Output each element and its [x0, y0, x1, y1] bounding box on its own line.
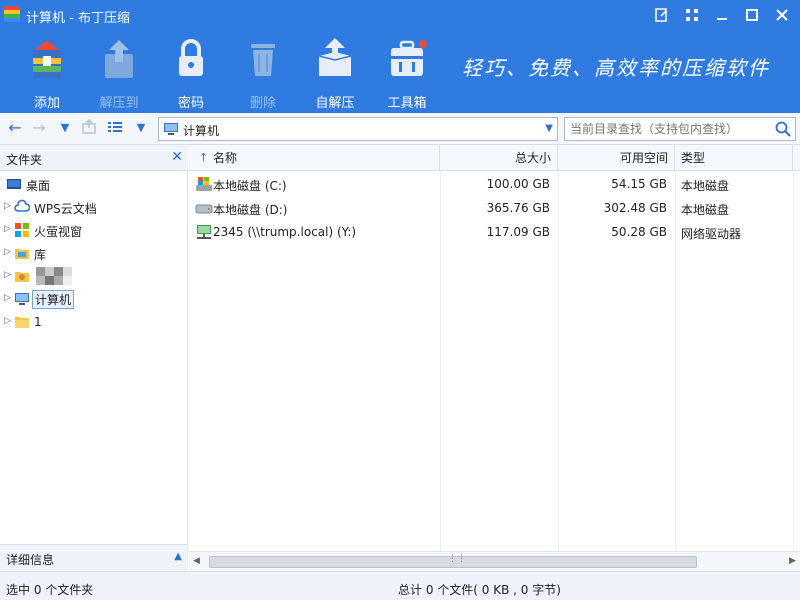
tree-item-firefly[interactable]: ▷ 火萤视窗 — [0, 219, 186, 241]
folder-icon — [15, 317, 29, 328]
close-pane-icon[interactable]: ✕ — [171, 149, 183, 165]
tree-item-desktop[interactable]: 桌面 — [0, 173, 186, 195]
user-folder-icon — [15, 272, 29, 282]
sort-up-icon: ↑ — [199, 151, 209, 164]
desktop-icon — [7, 179, 21, 189]
back-arrow-icon[interactable]: ← — [6, 119, 24, 137]
toolbox-icon — [391, 40, 427, 76]
toolbox-button[interactable]: 工具箱 — [374, 36, 440, 111]
column-name[interactable]: ↑ 名称 — [189, 145, 440, 171]
view-list-icon[interactable] — [106, 119, 124, 137]
main-toolbar: 添加 解压到 密码 删除 自解压 工具箱 — [0, 30, 460, 113]
close-icon[interactable] — [770, 5, 794, 25]
expand-arrow-icon[interactable]: ▷ — [4, 270, 11, 280]
expand-arrow-icon[interactable]: ▷ — [4, 224, 11, 234]
column-total-size[interactable]: 总大小 — [440, 145, 558, 171]
extract-button[interactable]: 解压到 — [86, 36, 152, 111]
lock-icon — [179, 39, 203, 76]
folder-tree-pane: 文件夹 ✕ 桌面 ▷ WPS云文档 ▷ 火萤视窗 ▷ 库 ▷ ▷ 计算机 ▷ 1 — [0, 145, 188, 571]
scroll-left-icon[interactable]: ◀ — [193, 556, 200, 566]
expand-arrow-icon[interactable]: ▷ — [4, 247, 11, 257]
history-dropdown-icon[interactable]: ▼ — [56, 119, 74, 137]
scroll-right-icon[interactable]: ▶ — [789, 556, 796, 566]
password-button[interactable]: 密码 — [158, 36, 224, 111]
search-icon[interactable] — [775, 121, 791, 137]
network-drive-icon — [197, 225, 211, 239]
tree-item-library[interactable]: ▷ 库 — [0, 242, 186, 264]
blurred-username-icon — [36, 267, 72, 285]
folder-pane-header: 文件夹 ✕ — [0, 145, 188, 171]
expand-arrow-icon[interactable]: ▷ — [4, 293, 11, 303]
table-row[interactable]: 2345 (\\trump.local) (Y:) 117.09 GB 50.2… — [189, 221, 800, 245]
windows-logo-icon — [15, 223, 29, 237]
summary-status: 总计 0 个文件( 0 KB , 0 字节) — [398, 583, 561, 597]
delete-button[interactable]: 删除 — [230, 36, 296, 111]
search-box — [564, 117, 796, 141]
cloud-icon — [14, 199, 30, 212]
view-dropdown-icon[interactable]: ▼ — [132, 119, 150, 137]
address-bar[interactable]: 计算机 ▼ — [158, 117, 558, 141]
minimize-icon[interactable] — [710, 5, 734, 25]
computer-icon — [15, 293, 29, 305]
app-logo-icon — [4, 6, 20, 22]
search-input[interactable] — [570, 121, 770, 137]
forward-arrow-icon[interactable]: → — [30, 119, 48, 137]
tree-item-computer[interactable]: ▷ 计算机 — [0, 288, 186, 310]
window-controls — [650, 5, 794, 25]
maximize-icon[interactable] — [740, 5, 764, 25]
expand-arrow-icon[interactable]: ▷ — [4, 316, 11, 326]
self-extract-button[interactable]: 自解压 — [302, 36, 368, 111]
add-button[interactable]: 添加 — [14, 36, 80, 111]
library-folder-icon — [15, 249, 29, 259]
table-row[interactable]: 本地磁盘 (D:) 365.76 GB 302.48 GB 本地磁盘 — [189, 197, 800, 221]
table-row[interactable]: 本地磁盘 (C:) 100.00 GB 54.15 GB 本地磁盘 — [189, 173, 800, 197]
column-type[interactable]: 类型 — [675, 145, 793, 171]
address-row: ← → ▼ ▼ 计算机 ▼ — [0, 113, 800, 145]
archive-add-icon — [33, 40, 61, 78]
grid-icon[interactable] — [680, 5, 704, 25]
status-bar: 选中 0 个文件夹 总计 0 个文件( 0 KB , 0 字节) — [0, 571, 800, 600]
title-bar: 计算机 - 布丁压缩 — [0, 0, 800, 30]
column-free-space[interactable]: 可用空间 — [558, 145, 675, 171]
horizontal-scrollbar[interactable]: ◀ ⋮⋮ ▶ — [189, 551, 800, 571]
details-panel-toggle[interactable]: 详细信息 ▲ — [0, 544, 188, 571]
hard-drive-icon — [195, 204, 213, 214]
grip-icon: ⋮⋮ — [448, 554, 466, 564]
extract-icon — [105, 40, 133, 78]
expand-up-icon[interactable]: ▲ — [174, 551, 182, 562]
slogan: 轻巧、免费、高效率的压缩软件 — [462, 56, 770, 80]
address-dropdown-icon[interactable]: ▼ — [545, 123, 553, 134]
edit-icon[interactable] — [650, 5, 674, 25]
self-extract-box-icon — [318, 38, 352, 76]
scrollbar-thumb[interactable]: ⋮⋮ — [209, 554, 697, 568]
address-path: 计算机 — [183, 124, 220, 138]
system-drive-icon — [196, 177, 212, 191]
up-folder-icon[interactable] — [80, 118, 98, 137]
trash-icon — [251, 44, 275, 76]
file-list-pane: ↑ 名称 总大小 可用空间 类型 本地磁盘 (C:) 100.00 GB 54.… — [189, 145, 800, 571]
top-header: 计算机 - 布丁压缩 添加 解压到 密码 删除 自解压 工具箱 轻巧、免费、高效… — [0, 0, 800, 113]
column-header: ↑ 名称 总大小 可用空间 类型 — [189, 145, 800, 171]
expand-arrow-icon[interactable]: ▷ — [4, 201, 11, 211]
window-title: 计算机 - 布丁压缩 — [26, 11, 130, 26]
tree-item-wps-cloud[interactable]: ▷ WPS云文档 — [0, 196, 186, 218]
tree-item-user[interactable]: ▷ — [0, 265, 186, 287]
tree-item-folder-1[interactable]: ▷ 1 — [0, 311, 186, 333]
selection-status: 选中 0 个文件夹 — [6, 583, 94, 597]
computer-icon — [164, 123, 178, 135]
